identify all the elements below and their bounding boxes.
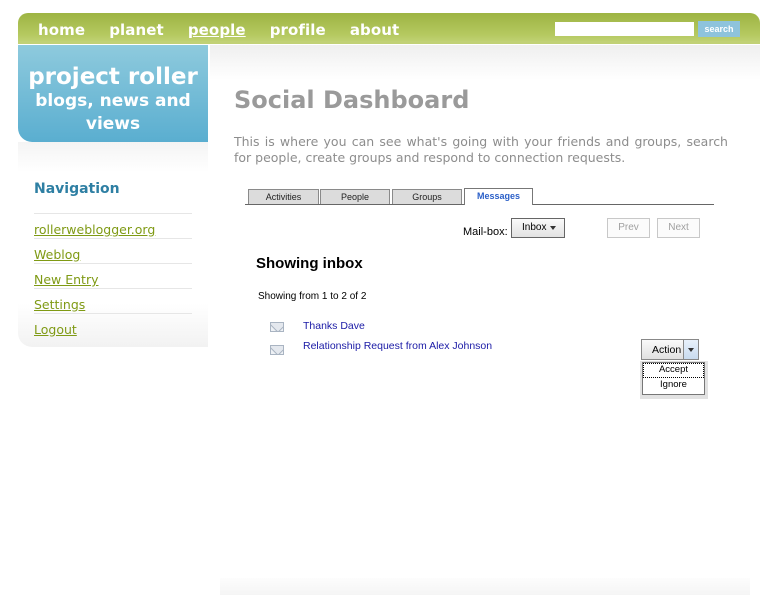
next-button[interactable]: Next: [657, 218, 700, 238]
sidebar-item: Settings: [34, 288, 192, 313]
search-button[interactable]: search: [698, 21, 740, 37]
sidebar-link-settings[interactable]: Settings: [34, 297, 85, 312]
tab-messages[interactable]: Messages: [464, 188, 533, 205]
action-menu: Accept Ignore: [642, 362, 705, 395]
mailbox-label: Mail-box:: [463, 226, 508, 238]
action-button-label: Action: [652, 344, 682, 356]
top-nav-bar: home planet people profile about search: [18, 13, 760, 44]
sidebar-link-rollerweblogger[interactable]: rollerweblogger.org: [34, 222, 155, 237]
prev-button[interactable]: Prev: [607, 218, 650, 238]
sidebar-item: New Entry: [34, 263, 192, 288]
mailbox-select[interactable]: Inbox: [511, 218, 565, 238]
tab-people[interactable]: People: [320, 189, 390, 204]
site-subtitle-line2: views: [85, 114, 141, 134]
page-title: Social Dashboard: [234, 86, 470, 114]
sidebar-navigation: Navigation rollerweblogger.org Weblog Ne…: [18, 172, 208, 347]
mailbox-selected-value: Inbox: [522, 222, 547, 233]
topnav-planet[interactable]: planet: [109, 20, 164, 40]
sidebar-item: Weblog: [34, 238, 192, 263]
action-option-accept[interactable]: Accept: [643, 363, 704, 378]
top-nav: home planet people profile about: [38, 20, 423, 40]
site-title: project roller: [28, 64, 198, 90]
page-intro: This is where you can see what's going w…: [234, 134, 728, 165]
sidebar-heading: Navigation: [34, 181, 120, 197]
header-divider: [18, 41, 760, 44]
search-input[interactable]: [555, 22, 694, 36]
topnav-home[interactable]: home: [38, 20, 85, 40]
tab-activities[interactable]: Activities: [248, 189, 319, 204]
sidebar-link-weblog[interactable]: Weblog: [34, 247, 80, 262]
sidebar-item: rollerweblogger.org: [34, 213, 192, 238]
sidebar-link-logout[interactable]: Logout: [34, 322, 77, 337]
site-logo: project roller blogs, news and views: [18, 45, 208, 142]
topnav-profile[interactable]: profile: [270, 20, 326, 40]
chevron-down-icon[interactable]: [683, 340, 698, 359]
envelope-icon: [270, 322, 284, 332]
action-button[interactable]: Action: [641, 339, 699, 360]
sidebar-fade: [18, 142, 208, 172]
message-link[interactable]: Thanks Dave: [303, 320, 365, 332]
inbox-heading: Showing inbox: [256, 255, 363, 272]
sidebar-link-new-entry[interactable]: New Entry: [34, 272, 99, 287]
site-subtitle-line1: blogs, news and: [35, 91, 191, 111]
topnav-people[interactable]: people: [188, 20, 246, 40]
main-header-fade: [210, 45, 760, 80]
tab-groups[interactable]: Groups: [392, 189, 462, 204]
chevron-down-icon: [550, 226, 556, 230]
sidebar-item: Logout: [34, 313, 192, 338]
envelope-icon: [270, 345, 284, 355]
action-option-ignore[interactable]: Ignore: [643, 378, 704, 393]
topnav-about[interactable]: about: [350, 20, 400, 40]
sidebar-list: rollerweblogger.org Weblog New Entry Set…: [34, 213, 192, 338]
footer-fade: [220, 578, 750, 595]
result-count: Showing from 1 to 2 of 2: [258, 291, 367, 302]
message-link[interactable]: Relationship Request from Alex Johnson: [303, 340, 492, 352]
